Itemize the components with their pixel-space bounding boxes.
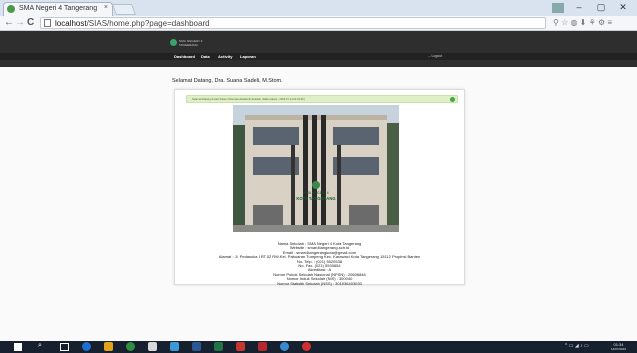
url-host: localhost [55, 19, 87, 28]
school-building-photo: SMA NEGERI 4 KOTA TANGERANG [233, 105, 399, 232]
new-tab-button[interactable] [111, 4, 137, 15]
nav-item-activity[interactable]: Activity [218, 53, 232, 60]
photos-icon[interactable] [170, 342, 179, 351]
nav-item-dashboard[interactable]: Dashboard [174, 53, 195, 60]
school-info-card: Selamat Datang di web Sistem Informasi A… [174, 89, 465, 285]
search-icon[interactable]: ⌕ [38, 342, 42, 350]
info-alert: Selamat Datang di web Sistem Informasi A… [186, 95, 458, 103]
app-icon[interactable] [280, 342, 289, 351]
window-maximize-button[interactable]: ▢ [592, 2, 610, 13]
back-arrow-icon[interactable]: ← [4, 17, 14, 29]
site-header: SMA NEGERI 4 TANGERANG [0, 31, 637, 67]
logout-link[interactable]: → Logout [427, 53, 442, 60]
building-sign-line1: SMA NEGERI 4 [303, 191, 328, 195]
page-icon [44, 19, 51, 27]
school-logo-icon [170, 39, 177, 46]
windows-taskbar: ⌕ ^ ▭ ◢ ♪ ▭ 01:34 14/07/2016 [0, 341, 637, 353]
taskbar-clock[interactable]: 01:34 14/07/2016 [611, 342, 626, 352]
file-explorer-icon[interactable] [104, 342, 113, 351]
logo-text-line2: TANGERANG [179, 43, 198, 47]
browser-tab[interactable]: SMA Negeri 4 Tangerang × [3, 2, 113, 16]
access-icon[interactable] [258, 342, 267, 351]
media-app-icon[interactable] [302, 342, 311, 351]
windows-start-icon[interactable] [14, 343, 22, 351]
tab-favicon-icon [7, 5, 15, 13]
url-path: /SIAS/home.php?page=dashboard [86, 19, 210, 28]
url-text[interactable]: localhost/SIAS/home.php?page=dashboard [55, 18, 210, 29]
excel-icon[interactable] [214, 342, 223, 351]
alert-text: Selamat Datang di web Sistem Informasi A… [192, 98, 305, 101]
word-icon[interactable] [192, 342, 201, 351]
system-tray-icons[interactable]: ^ ▭ ◢ ♪ ▭ [565, 343, 589, 349]
tab-close-icon[interactable]: × [104, 4, 108, 11]
store-icon[interactable] [148, 342, 157, 351]
user-profile-icon[interactable] [552, 3, 564, 13]
window-minimize-button[interactable]: – [570, 2, 588, 13]
building-sign-line2: KOTA TANGERANG [296, 196, 335, 201]
window-close-button[interactable]: ✕ [614, 2, 632, 13]
tab-title: SMA Negeri 4 Tangerang [19, 5, 98, 12]
nav-item-data[interactable]: Data [201, 53, 210, 60]
check-icon [450, 97, 455, 102]
chrome-icon[interactable] [126, 342, 135, 351]
task-view-icon[interactable] [60, 343, 69, 351]
nav-item-laporan[interactable]: Laporan [240, 53, 256, 60]
main-nav: Dashboard Data Activity Laporan → Logout [0, 53, 637, 60]
browser-extension-icons[interactable]: ⚲ ☆ ◍ ⬇ ⚘ ⚙ ≡ [553, 18, 612, 27]
reload-icon[interactable]: C [27, 17, 34, 29]
powerpoint-icon[interactable] [236, 342, 245, 351]
building-illustration: SMA NEGERI 4 KOTA TANGERANG [233, 105, 399, 232]
info-nss: Nomor Statistik Sekolah (NSS) : 30103640… [277, 280, 362, 286]
edge-browser-icon[interactable] [82, 342, 91, 351]
forward-arrow-icon[interactable]: → [15, 17, 25, 29]
clock-date: 14/07/2016 [611, 347, 627, 351]
welcome-message: Selamat Datang, Dra. Suana Sadeli, M.Sto… [172, 78, 283, 84]
address-bar[interactable]: localhost/SIAS/home.php?page=dashboard [40, 17, 546, 29]
